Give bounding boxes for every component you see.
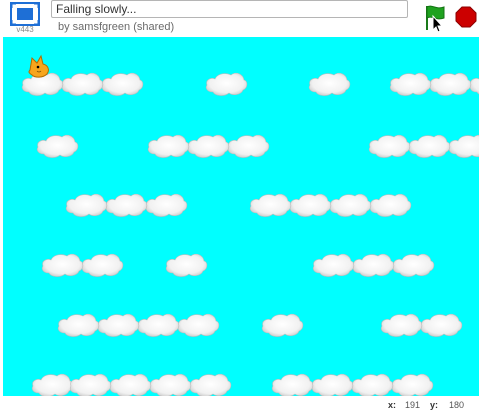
cat-sprite-icon[interactable] <box>28 54 49 78</box>
mouse-x-value: 191 <box>405 400 421 410</box>
fullscreen-icon[interactable] <box>9 1 41 27</box>
top-bar: v443 by samsfgreen (shared) <box>0 0 479 37</box>
project-byline: by samsfgreen (shared) <box>58 21 175 33</box>
project-title-input[interactable] <box>51 0 408 18</box>
cloud-row-6 <box>31 373 434 396</box>
cloud-row-2 <box>36 134 479 158</box>
stop-button[interactable] <box>455 6 477 28</box>
cloud-row-5 <box>57 313 463 337</box>
cloud-row-3 <box>65 193 412 217</box>
cloud-row-1 <box>21 72 479 96</box>
cloud-row-4 <box>41 253 435 277</box>
mouse-y-label: y: <box>430 400 439 410</box>
version-label: v443 <box>16 25 34 34</box>
stage-canvas[interactable] <box>3 37 479 396</box>
mouse-x-label: x: <box>388 400 397 410</box>
stage-sprites <box>21 54 479 396</box>
status-bar: x: 191 y: 180 <box>0 396 479 414</box>
mouse-y-value: 180 <box>449 400 465 410</box>
green-flag-button[interactable] <box>424 4 448 33</box>
